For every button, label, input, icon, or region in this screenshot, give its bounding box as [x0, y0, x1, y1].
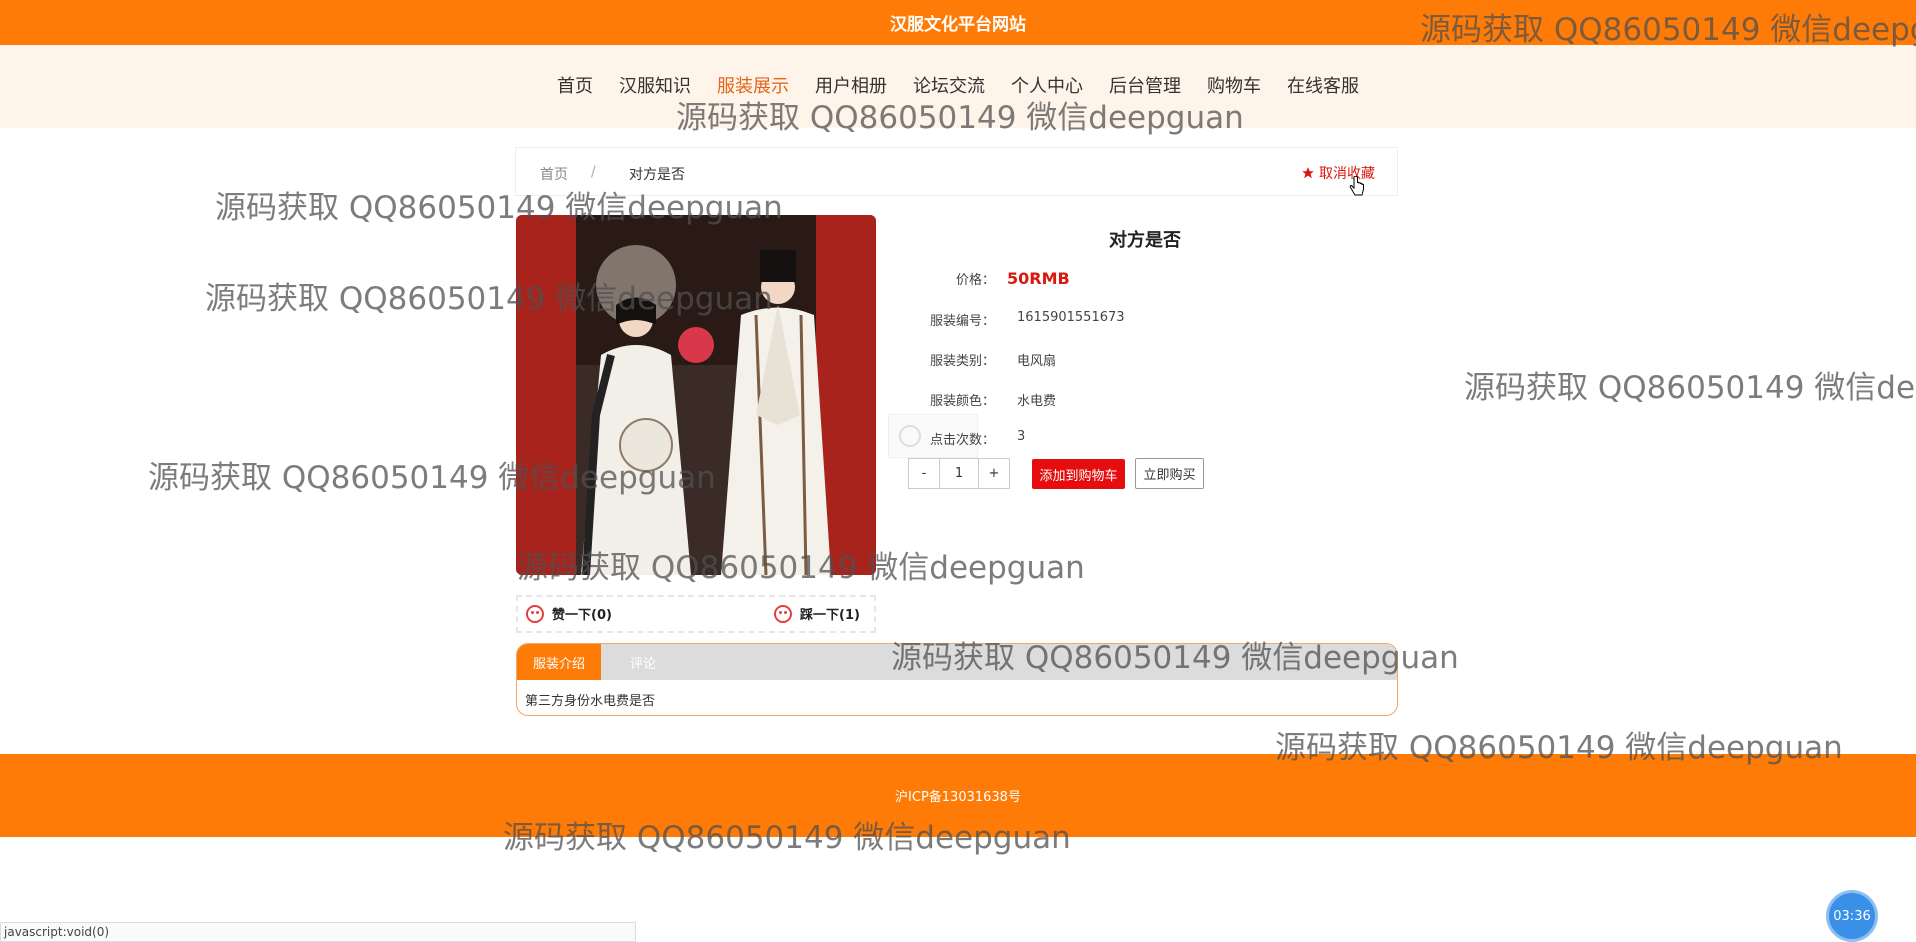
timer-badge[interactable]: 03:36 [1829, 893, 1875, 939]
tab[interactable]: 服装介绍 [517, 644, 601, 680]
nav-item[interactable]: 首页 [544, 45, 606, 128]
color-label: 服装颜色： [929, 394, 995, 409]
clicks-row: 点击次数： 3 [900, 429, 1025, 448]
code-row: 服装编号： 1615901551673 [900, 310, 1125, 329]
breadcrumb-current: 对方是否 [629, 167, 685, 183]
price-row: 价格： 50RMB [900, 269, 1070, 288]
breadcrumb-home-link[interactable]: 首页 [540, 164, 568, 184]
browser-status-bar: javascript:void(0) [0, 922, 636, 942]
site-footer: 沪ICP备13031638号 [0, 754, 1916, 837]
clicks-value: 3 [1017, 429, 1026, 444]
frown-icon [774, 604, 792, 623]
product-image [516, 215, 876, 575]
add-to-cart-button[interactable]: 添加到购物车 [1032, 459, 1125, 489]
quantity-stepper: - 1 + [908, 458, 1010, 489]
breadcrumb: 首页 / 对方是否 取消收藏 [515, 147, 1398, 196]
quantity-minus-button[interactable]: - [909, 459, 939, 488]
dislike-button[interactable]: 踩一下(1) [774, 604, 860, 623]
nav-item[interactable]: 用户相册 [802, 45, 900, 128]
unfavorite-label: 取消收藏 [1319, 166, 1375, 182]
buy-now-button[interactable]: 立即购买 [1135, 458, 1204, 489]
nav-item[interactable]: 后台管理 [1096, 45, 1194, 128]
smile-icon [526, 604, 544, 623]
quantity-plus-button[interactable]: + [979, 459, 1009, 488]
product-title: 对方是否 [1109, 230, 1181, 251]
price-value: 50RMB [1007, 269, 1070, 288]
icp-text: 沪ICP备13031638号 [895, 790, 1021, 805]
category-value: 电风扇 [1017, 354, 1057, 369]
nav-item[interactable]: 服装展示 [704, 45, 802, 128]
tab-bar: 服装介绍 评论 [517, 644, 1397, 680]
nav-item[interactable]: 在线客服 [1274, 45, 1372, 128]
breadcrumb-separator: / [591, 164, 596, 180]
category-row: 服装类别： 电风扇 [900, 350, 1056, 369]
nav-item[interactable]: 论坛交流 [900, 45, 998, 128]
color-row: 服装颜色： 水电费 [900, 390, 1056, 409]
nav-list: 首页 汉服知识 服装展示 用户相册 论坛交流 个人中心 后台管理 购物车 在线客服 [0, 45, 1916, 128]
vote-box: 赞一下(0) 踩一下(1) [516, 595, 876, 633]
dislike-label: 踩一下(1) [800, 608, 860, 623]
price-label: 价格： [955, 273, 995, 288]
category-label: 服装类别： [929, 354, 995, 369]
tab[interactable]: 评论 [601, 644, 685, 680]
nav-item[interactable]: 购物车 [1194, 45, 1274, 128]
nav-item[interactable]: 汉服知识 [606, 45, 704, 128]
site-title: 汉服文化平台网站 [890, 15, 1026, 35]
like-label: 赞一下(0) [552, 608, 612, 623]
code-value: 1615901551673 [1017, 310, 1125, 325]
code-label: 服装编号： [929, 314, 995, 329]
main-nav: 首页 汉服知识 服装展示 用户相册 论坛交流 个人中心 后台管理 购物车 在线客服 [0, 45, 1916, 128]
clicks-label: 点击次数： [929, 433, 995, 448]
hand-cursor-icon [1349, 176, 1364, 196]
color-value: 水电费 [1017, 394, 1057, 409]
nav-item[interactable]: 个人中心 [998, 45, 1096, 128]
like-button[interactable]: 赞一下(0) [526, 604, 612, 623]
quantity-input[interactable]: 1 [939, 459, 979, 488]
star-icon [1302, 167, 1314, 179]
watermark: 源码获取 QQ86050149 微信deepguan [1464, 370, 1916, 406]
tab-content: 第三方身份水电费是否 [525, 694, 656, 709]
site-header: 汉服文化平台网站 [0, 0, 1916, 45]
detail-tabs: 服装介绍 评论 第三方身份水电费是否 [516, 643, 1398, 716]
